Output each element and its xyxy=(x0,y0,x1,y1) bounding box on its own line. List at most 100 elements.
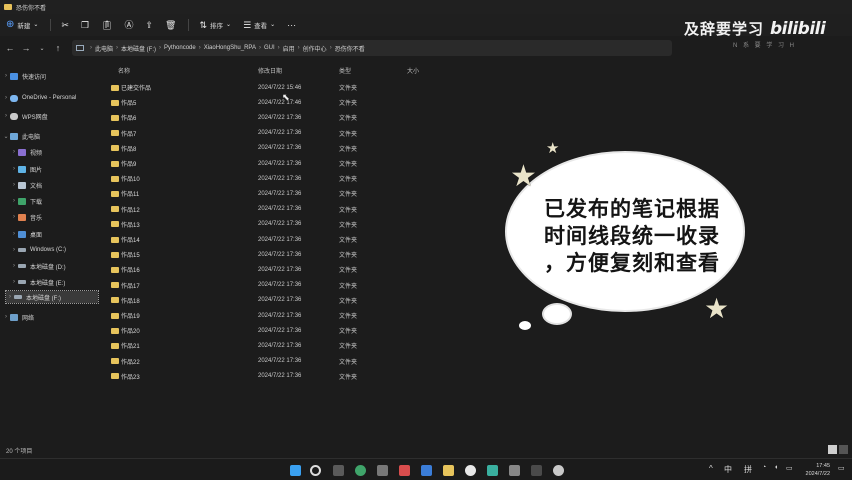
sidebar-item-pictures[interactable]: › 图片 xyxy=(10,163,42,175)
sidebar-item-label: 图片 xyxy=(30,167,43,174)
ime-indicator[interactable]: 中 xyxy=(724,464,732,475)
file-row[interactable]: 作品12 2024/7/22 17:36 文件夹 xyxy=(108,202,408,217)
file-row[interactable]: 作品17 2024/7/22 17:36 文件夹 xyxy=(108,278,408,293)
breadcrumb-item[interactable]: 创作中心 xyxy=(303,44,327,53)
drive-icon xyxy=(18,248,26,252)
sidebar-item-music[interactable]: › 音乐 xyxy=(10,211,42,223)
volume-icon[interactable]: ◖ xyxy=(774,464,778,471)
address-bar[interactable]: › 此电脑 › 本地磁盘 (F:) › Pythoncode › XiaoHon… xyxy=(72,40,672,56)
file-row[interactable]: 作品7 2024/7/22 17:36 文件夹 xyxy=(108,126,408,141)
sidebar-item-downloads[interactable]: › 下载 xyxy=(10,195,42,207)
app-icon[interactable] xyxy=(531,465,542,476)
folder-icon xyxy=(111,373,119,380)
start-icon[interactable] xyxy=(290,465,301,476)
file-row[interactable]: 作品22 2024/7/22 17:36 文件夹 xyxy=(108,354,408,369)
breadcrumb-item[interactable]: GUI xyxy=(264,45,275,51)
sidebar-item-drive-d[interactable]: › 本地磁盘 (D:) xyxy=(10,260,66,272)
tiles-view-icon[interactable] xyxy=(839,445,848,454)
breadcrumb-item[interactable]: Pythoncode xyxy=(164,45,196,51)
rename-button[interactable]: Ⓐ xyxy=(124,20,133,30)
new-button[interactable]: ⊕ 新建 ⌄ xyxy=(6,20,38,31)
file-type: 文件夹 xyxy=(339,131,358,138)
recent-chevron-icon[interactable]: ⌄ xyxy=(34,45,50,52)
file-row[interactable]: 作品10 2024/7/22 17:36 文件夹 xyxy=(108,171,408,186)
file-row[interactable]: 作品16 2024/7/22 17:36 文件夹 xyxy=(108,262,408,277)
cut-button[interactable]: ✂ xyxy=(61,20,69,30)
search-icon[interactable] xyxy=(310,465,321,476)
forward-arrow-icon[interactable]: → xyxy=(18,43,34,53)
sort-button[interactable]: ⇅ 排序 ⌄ xyxy=(199,20,231,30)
app-icon[interactable] xyxy=(487,465,498,476)
delete-button[interactable]: 🗑︎ xyxy=(165,20,176,30)
view-toggle xyxy=(828,445,848,454)
file-row[interactable]: 作品18 2024/7/22 17:36 文件夹 xyxy=(108,293,408,308)
file-row[interactable]: 作品5 2024/7/22 17:46 文件夹 xyxy=(108,95,408,110)
file-row[interactable]: 作品11 2024/7/22 17:36 文件夹 xyxy=(108,186,408,201)
breadcrumb-item[interactable]: XiaoHongShu_RPA xyxy=(204,45,256,51)
sidebar-item-documents[interactable]: › 文档 xyxy=(10,179,42,191)
wifi-icon[interactable]: ◔ xyxy=(762,464,766,471)
copy-button[interactable]: ❐ xyxy=(80,19,90,30)
breadcrumb-item[interactable]: 此电脑 xyxy=(95,44,113,53)
up-arrow-icon[interactable]: ↑ xyxy=(50,43,66,53)
app-icon[interactable] xyxy=(465,465,476,476)
app-icon[interactable] xyxy=(377,465,388,476)
breadcrumb-item[interactable]: 启用 xyxy=(283,44,295,53)
details-view-icon[interactable] xyxy=(828,445,837,454)
file-row[interactable]: 作品23 2024/7/22 17:36 文件夹 xyxy=(108,369,408,384)
sidebar-item-label: OneDrive - Personal xyxy=(22,95,77,101)
file-row[interactable]: 作品9 2024/7/22 17:36 文件夹 xyxy=(108,156,408,171)
breadcrumb-item-current[interactable]: 恐伤你不看 xyxy=(335,44,365,53)
system-clock[interactable]: 17:45 2024/7/22 xyxy=(806,462,830,478)
sidebar-item-drive-f[interactable]: › 本地磁盘 (F:) xyxy=(5,290,99,304)
sidebar-item-quick-access[interactable]: › 快速访问 xyxy=(2,70,46,82)
column-header-size[interactable]: 大小 xyxy=(407,66,419,76)
sidebar-item-onedrive[interactable]: › OneDrive - Personal xyxy=(2,92,76,104)
sidebar-item-this-pc[interactable]: ⌄ 此电脑 xyxy=(2,130,40,142)
sidebar-item-videos[interactable]: › 视频 xyxy=(10,146,42,158)
chevron-right-icon: › xyxy=(329,45,332,51)
file-row[interactable]: 作品19 2024/7/22 17:36 文件夹 xyxy=(108,308,408,323)
file-row[interactable]: 已建交作品 2024/7/22 15:46 文件夹 xyxy=(108,80,408,95)
file-date: 2024/7/22 17:36 xyxy=(258,221,302,228)
navigation-row: ← → ⌄ ↑ › 此电脑 › 本地磁盘 (F:) › Pythoncode ›… xyxy=(0,38,852,58)
column-header-type[interactable]: 类型 xyxy=(339,66,351,76)
sidebar-item-drive-e[interactable]: › 本地磁盘 (E:) xyxy=(10,276,65,288)
file-row[interactable]: 作品13 2024/7/22 17:36 文件夹 xyxy=(108,217,408,232)
breadcrumb-item[interactable]: 本地磁盘 (F:) xyxy=(121,44,156,53)
file-explorer-icon[interactable] xyxy=(443,465,454,476)
sidebar-item-label: WPS网盘 xyxy=(22,114,48,121)
view-button[interactable]: ☰ 查看 ⌄ xyxy=(243,20,275,30)
sidebar-item-drive-c[interactable]: › Windows (C:) xyxy=(10,244,66,256)
browser-icon[interactable] xyxy=(355,465,366,476)
sidebar-item-wps[interactable]: › WPS网盘 xyxy=(2,110,48,122)
file-row[interactable]: 作品14 2024/7/22 17:36 文件夹 xyxy=(108,232,408,247)
chevron-up-icon[interactable]: ^ xyxy=(709,464,713,473)
share-button[interactable]: ⇪ xyxy=(146,20,154,30)
app-icon[interactable] xyxy=(421,465,432,476)
ime-mode-indicator[interactable]: 拼 xyxy=(744,464,752,475)
battery-icon[interactable]: ▭ xyxy=(786,464,793,472)
back-arrow-icon[interactable]: ← xyxy=(2,43,18,53)
app-icon[interactable] xyxy=(509,465,520,476)
more-button[interactable]: ··· xyxy=(287,20,296,30)
task-view-icon[interactable] xyxy=(333,465,344,476)
file-row[interactable]: 作品21 2024/7/22 17:36 文件夹 xyxy=(108,338,408,353)
app-icon[interactable] xyxy=(553,465,564,476)
file-row[interactable]: 作品20 2024/7/22 17:36 文件夹 xyxy=(108,323,408,338)
file-date: 2024/7/22 17:36 xyxy=(258,297,302,304)
mouse-cursor-icon: ⬉ xyxy=(282,92,290,102)
sidebar-item-network[interactable]: › 网络 xyxy=(2,311,34,323)
sidebar-item-desktop[interactable]: › 桌面 xyxy=(10,228,42,240)
file-row[interactable]: 作品6 2024/7/22 17:36 文件夹 xyxy=(108,110,408,125)
paste-button[interactable]: 📋︎ xyxy=(101,20,112,30)
app-icon[interactable] xyxy=(399,465,410,476)
file-name: 作品22 xyxy=(121,359,140,366)
file-row[interactable]: 作品8 2024/7/22 17:36 文件夹 xyxy=(108,141,408,156)
notification-icon[interactable]: ▭ xyxy=(838,464,845,472)
file-type: 文件夹 xyxy=(339,192,358,199)
copy-icon: ❐ xyxy=(80,19,90,30)
file-row[interactable]: 作品15 2024/7/22 17:36 文件夹 xyxy=(108,247,408,262)
column-header-date[interactable]: 修改日期 xyxy=(258,66,282,76)
column-header-name[interactable]: 名称 xyxy=(118,66,130,76)
